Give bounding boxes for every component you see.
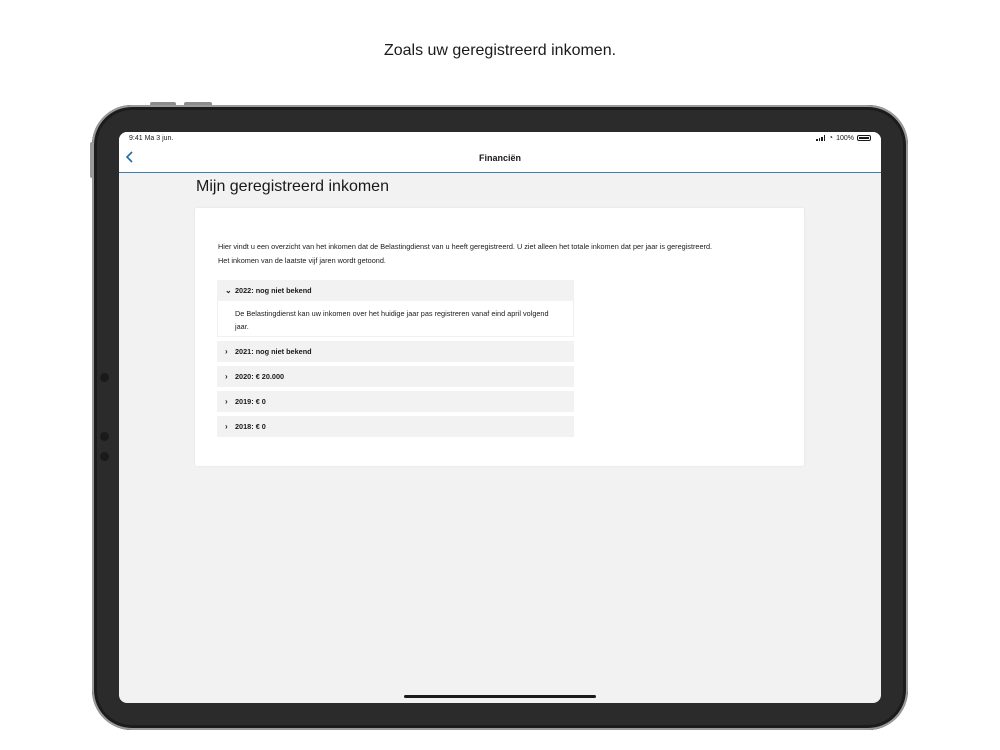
chevron-right-icon: › [225,397,228,406]
intro-text: Hier vindt u een overzicht van het inkom… [218,240,788,268]
wifi-icon: ◔ [828,133,834,142]
accordion-label: 2021: nog niet bekend [235,347,312,356]
chevron-right-icon: › [225,347,228,356]
page-title: Mijn geregistreerd inkomen [196,178,389,195]
accordion-body-2022: De Belastingdienst kan uw inkomen over h… [217,301,574,337]
cellular-signal-icon [816,135,826,141]
battery-icon [857,135,871,141]
accordion-item-2021: › 2021: nog niet bekend [217,341,574,362]
chevron-right-icon: › [225,422,228,431]
battery-percentage: 100% [836,134,854,142]
accordion-label: 2022: nog niet bekend [235,286,312,295]
accordion-item-2018: › 2018: € 0 [217,416,574,437]
accordion-header-2019[interactable]: › 2019: € 0 [217,391,574,412]
nav-title: Financiën [478,153,521,163]
sensor-dot [100,452,109,461]
accordion-item-2022: ⌄ 2022: nog niet bekend De Belastingdien… [217,280,574,337]
accordion-header-2020[interactable]: › 2020: € 20.000 [217,366,574,387]
income-card: Hier vindt u een overzicht van het inkom… [195,208,804,466]
accordion-item-2019: › 2019: € 0 [217,391,574,412]
accordion-item-2020: › 2020: € 20.000 [217,366,574,387]
page-caption: Zoals uw geregistreerd inkomen. [383,42,617,59]
app-screen: 9:41 Ma 3 jun. ◔ 100% Financiën Mijn ger… [119,132,881,703]
intro-line-1: Hier vindt u een overzicht van het inkom… [218,242,713,251]
chevron-right-icon: › [225,372,228,381]
intro-line-2: Het inkomen van de laatste vijf jaren wo… [218,256,386,265]
accordion-header-2021[interactable]: › 2021: nog niet bekend [217,341,574,362]
camera-dot [100,373,109,382]
home-indicator[interactable] [404,695,596,698]
status-time: 9:41 [129,135,143,142]
accordion-header-2022[interactable]: ⌄ 2022: nog niet bekend [217,280,574,301]
income-accordion: ⌄ 2022: nog niet bekend De Belastingdien… [217,280,574,441]
accordion-label: 2020: € 20.000 [235,372,285,381]
accordion-label: 2018: € 0 [235,422,266,431]
side-button [90,142,94,178]
sensor-dot [100,432,109,441]
chevron-down-icon: ⌄ [225,286,232,295]
accordion-header-2018[interactable]: › 2018: € 0 [217,416,574,437]
accordion-label: 2019: € 0 [235,397,266,406]
navigation-bar: Financiën [119,146,881,173]
status-bar: 9:41 Ma 3 jun. ◔ 100% [119,132,881,146]
status-date: Ma 3 jun. [144,135,174,142]
